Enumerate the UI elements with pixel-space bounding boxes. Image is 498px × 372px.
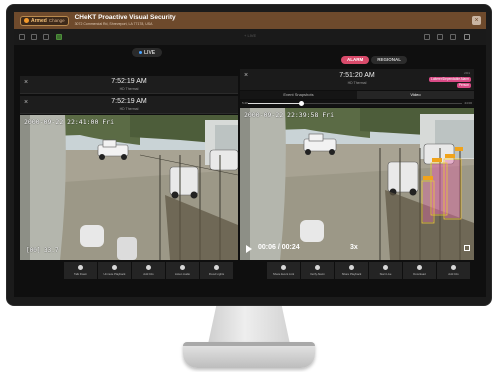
screen: Armed Change CHeKT Proactive Visual Secu… (14, 12, 486, 297)
armed-change-link[interactable]: Change (49, 18, 65, 23)
light-icon (214, 265, 219, 270)
more-icon[interactable] (450, 34, 456, 40)
site-address: 3072 Commercial Rd, Shreveport, LA 77178… (74, 21, 153, 26)
scrub-handle[interactable] (299, 101, 304, 106)
talk-icon (383, 265, 388, 270)
scene: Armed Change CHeKT Proactive Visual Secu… (0, 0, 498, 372)
playback-speed[interactable]: 3x (350, 244, 358, 251)
status-icon[interactable] (56, 34, 62, 40)
alarm-header: × 7:51:20 AM HD Thermal 2/01 Loiterer/De… (240, 69, 474, 90)
refresh-icon (349, 265, 354, 270)
layout-icon[interactable] (31, 34, 37, 40)
mic-icon (78, 265, 83, 270)
control-label: Add Info (448, 272, 459, 276)
stand-slot (183, 342, 315, 346)
speaker-icon (180, 265, 185, 270)
toolbar-live-hint: + LIVE (244, 33, 257, 38)
download-icon (417, 265, 422, 270)
scrub-progress (248, 103, 302, 104)
scrub-end-time: 24:00 (464, 101, 472, 105)
control-label: Start Live (379, 272, 392, 276)
video-scrubber[interactable]: 5:28 24:00 (240, 100, 474, 107)
scrub-track[interactable] (248, 101, 462, 106)
tab-event-snapshots[interactable]: Event Snapshots (240, 91, 357, 99)
osd-timestamp: 2000-09-22 22:39:58 Fri (244, 111, 335, 119)
control-label: Share Event Link (272, 272, 295, 276)
toolbar: + LIVE (14, 29, 486, 45)
live-label: LIVE (144, 49, 156, 56)
monitor-stand-base (183, 342, 315, 368)
info-icon (146, 265, 151, 270)
close-icon[interactable]: × (472, 16, 481, 25)
camera-time: 7:52:19 AM (111, 78, 147, 85)
share-event-link-button[interactable]: Share Event Link (267, 262, 300, 279)
camera-subtitle: HD Thermal (119, 87, 139, 91)
live-scene-image (20, 115, 238, 260)
add-info-button[interactable]: Add Info (132, 262, 165, 279)
live-indicator[interactable]: LIVE (132, 48, 163, 57)
alarm-subtabs: Event Snapshots Video (240, 91, 474, 99)
unmute-playback-button[interactable]: Unmute Playback (98, 262, 131, 279)
control-label: Download (413, 272, 426, 276)
list-icon[interactable] (424, 34, 430, 40)
scrub-start-time: 5:28 (242, 101, 248, 105)
control-label: Flood Lights (208, 272, 225, 276)
armed-badge[interactable]: Armed Change (20, 15, 69, 26)
camera-header-2: × 7:52:19 AM HD Thermal (20, 96, 238, 114)
live-video-feed[interactable]: 2000-09-22 22:41:00 Fri [00] 33.7 (20, 115, 238, 260)
tab-video[interactable]: Video (357, 91, 474, 99)
control-label: Share Playback (341, 272, 362, 276)
monitor-frame: Armed Change CHeKT Proactive Visual Secu… (6, 4, 492, 306)
live-dot-icon (139, 51, 142, 54)
camera-icon[interactable] (437, 34, 443, 40)
playback-bar: 00:06 / 00:24 3x (242, 243, 472, 255)
control-label: Unmute Playback (103, 272, 126, 276)
camera-subtitle: HD Thermal (119, 107, 139, 111)
camera-time: 7:52:19 AM (111, 98, 147, 105)
tab-regional[interactable]: REGIONAL (371, 56, 408, 64)
alarm-scene-image (240, 108, 474, 260)
flood-lights-button[interactable]: Flood Lights (200, 262, 233, 279)
monitor-stand-neck (208, 306, 290, 344)
control-label: Talk Down (74, 272, 87, 276)
control-label: Listen Audio (174, 272, 191, 276)
armed-status-icon (24, 18, 29, 23)
alarm-tag-loiterer: Loiterer/Dependable Alarm (429, 77, 471, 82)
control-label: Verify Alarm (310, 272, 325, 276)
live-controls: Talk Down Unmute Playback Add Info Liste… (64, 262, 233, 279)
grid-icon[interactable] (19, 34, 25, 40)
alarm-tag-person: Person (456, 83, 471, 88)
osd-channel: [00] 33.7 (26, 247, 59, 254)
alarm-icon (315, 265, 320, 270)
play-icon[interactable] (246, 245, 252, 253)
add-info-button[interactable]: Add Info (437, 262, 470, 279)
playback-time: 00:06 / 00:24 (258, 244, 300, 251)
osd-timestamp: 2000-09-22 22:41:00 Fri (24, 118, 115, 126)
refresh-icon (112, 265, 117, 270)
download-button[interactable]: Download (403, 262, 436, 279)
fullscreen-icon[interactable] (464, 245, 470, 251)
site-info: CHeKT Proactive Visual Security 3072 Com… (74, 14, 176, 26)
alarm-controls: Share Event Link Verify Alarm Share Play… (267, 262, 470, 279)
control-label: Add Info (143, 272, 154, 276)
settings-icon[interactable] (43, 34, 49, 40)
start-live-button[interactable]: Start Live (369, 262, 402, 279)
alarm-video-playback[interactable]: 2000-09-22 22:39:58 Fri (240, 108, 474, 260)
tab-alarm[interactable]: ALARM (341, 56, 370, 64)
listen-audio-button[interactable]: Listen Audio (166, 262, 199, 279)
share-playback-button[interactable]: Share Playback (335, 262, 368, 279)
share-icon (281, 265, 286, 270)
alarm-tabs: ALARM REGIONAL (341, 56, 408, 64)
talk-down-button[interactable]: Talk Down (64, 262, 97, 279)
armed-label: Armed (31, 17, 47, 24)
verify-alarm-button[interactable]: Verify Alarm (301, 262, 334, 279)
info-icon (451, 265, 456, 270)
app-header: Armed Change CHeKT Proactive Visual Secu… (14, 12, 486, 29)
site-name: CHeKT Proactive Visual Security (74, 14, 176, 21)
expand-icon[interactable] (464, 34, 470, 40)
camera-header-1: × 7:52:19 AM HD Thermal (20, 76, 238, 94)
alarm-date: 2/01 (464, 71, 470, 75)
